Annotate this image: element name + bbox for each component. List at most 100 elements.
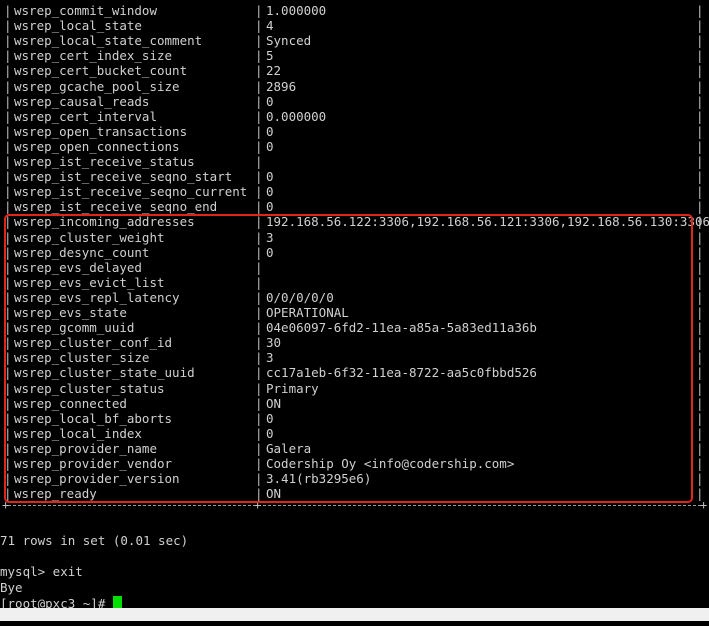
column-separator: | (4, 93, 12, 109)
variable-value: 0 (266, 169, 274, 185)
variable-value: 0.000000 (266, 108, 327, 124)
column-separator: | (4, 63, 12, 79)
column-separator: | (696, 425, 704, 441)
column-separator: | (696, 365, 704, 381)
column-separator: | (696, 456, 704, 471)
column-separator: | (255, 63, 263, 79)
column-separator: | (696, 18, 704, 34)
bye-line: Bye (0, 565, 709, 595)
column-separator: | (696, 335, 704, 351)
column-separator: | (696, 93, 704, 109)
variable-name: wsrep_cert_index_size (14, 48, 173, 64)
column-separator: | (4, 123, 12, 139)
column-separator: | (255, 138, 263, 154)
column-separator: | (696, 33, 704, 49)
prompt-line[interactable]: [root@pxc3 ~]# (0, 581, 709, 611)
table-row: | wsrep_ist_receive_status | | (0, 154, 709, 169)
result-summary-line: 71 rows in set (0.01 sec) (0, 518, 709, 548)
column-separator: | (696, 259, 704, 275)
variable-value: 4 (266, 18, 274, 34)
table-row: | wsrep_local_state_comment | Synced | (0, 33, 709, 48)
column-separator: | (255, 169, 263, 185)
column-separator: | (696, 305, 704, 320)
column-separator: | (696, 350, 704, 366)
table-row: | wsrep_open_connections | 0 | (0, 139, 709, 154)
variable-value: 1.000000 (266, 3, 327, 18)
column-separator: | (696, 169, 704, 185)
table-row: | wsrep_cert_index_size | 5 | (0, 48, 709, 63)
column-separator: | (4, 48, 12, 64)
column-separator: | (696, 123, 704, 139)
terminal-window[interactable]: | wsrep_commit_window | 1.000000 | | wsrep_loc… (0, 0, 709, 611)
table-row: | wsrep_ist_receive_seqno_end | 0 | (0, 199, 709, 214)
variable-name: wsrep_local_state_comment (14, 33, 203, 49)
variable-name: wsrep_commit_window (14, 3, 157, 18)
table-row: | wsrep_local_state | 4 | (0, 18, 709, 33)
variable-name: wsrep_ist_receive_seqno_start (14, 169, 233, 185)
column-separator: | (696, 274, 704, 290)
variable-value: 2896 (266, 78, 297, 94)
column-separator: | (4, 78, 12, 94)
column-separator: | (696, 108, 704, 124)
column-separator: | (696, 244, 704, 260)
column-separator: | (255, 18, 263, 34)
column-separator: | (255, 123, 263, 139)
variable-name: wsrep_ist_receive_seqno_current (14, 184, 248, 200)
highlight-box (4, 214, 693, 503)
variable-value: Synced (266, 33, 312, 49)
table-row: | wsrep_ist_receive_seqno_current | 0 | (0, 184, 709, 199)
table-corner-right: + (700, 498, 708, 512)
column-separator: | (255, 199, 263, 215)
column-separator: | (696, 63, 704, 79)
variable-name: wsrep_gcache_pool_size (14, 78, 180, 94)
column-separator: | (696, 78, 704, 94)
variable-value: 22 (266, 63, 282, 79)
column-separator: | (696, 471, 704, 487)
column-separator: | (696, 320, 704, 336)
column-separator: | (255, 108, 263, 124)
column-separator: | (4, 3, 12, 18)
column-separator: | (4, 138, 12, 154)
column-separator: | (696, 48, 704, 64)
column-separator: | (255, 154, 263, 169)
column-separator: | (696, 214, 704, 230)
variable-name: wsrep_cert_bucket_count (14, 63, 188, 79)
table-row: | wsrep_causal_reads | 0 | (0, 94, 709, 109)
variable-name: wsrep_ist_receive_status (14, 154, 195, 169)
column-separator: | (4, 108, 12, 124)
window-footer (0, 608, 709, 621)
table-row: | wsrep_ist_receive_seqno_start | 0 | (0, 169, 709, 184)
variable-name: wsrep_ist_receive_seqno_end (14, 199, 218, 215)
variable-name: wsrep_cert_interval (14, 108, 157, 124)
column-separator: | (696, 184, 704, 200)
variable-value: 0 (266, 199, 274, 215)
column-separator: | (696, 380, 704, 396)
column-separator: | (255, 78, 263, 94)
column-separator: | (4, 184, 12, 200)
table-row: | wsrep_open_transactions | 0 | (0, 124, 709, 139)
command-line: mysql> exit (0, 549, 709, 579)
result-summary: 71 rows in set (0.01 sec) (0, 533, 189, 548)
variable-name: wsrep_causal_reads (14, 93, 150, 109)
variable-value: 0 (266, 123, 274, 139)
variable-value: 0 (266, 138, 274, 154)
column-separator: | (696, 199, 704, 215)
column-separator: | (4, 199, 12, 215)
variable-value: 0 (266, 184, 274, 200)
column-separator: | (4, 18, 12, 34)
column-separator: | (696, 395, 704, 411)
column-separator: | (4, 169, 12, 185)
column-separator: | (696, 154, 704, 169)
column-separator: | (4, 154, 12, 169)
column-separator: | (696, 229, 704, 245)
column-separator: | (696, 289, 704, 305)
variable-name: wsrep_open_connections (14, 138, 180, 154)
column-separator: | (255, 93, 263, 109)
column-separator: | (255, 3, 263, 18)
column-separator: | (696, 3, 704, 18)
table-row: | wsrep_cert_interval | 0.000000 | (0, 109, 709, 124)
column-separator: | (696, 410, 704, 426)
variable-name: wsrep_local_state (14, 18, 142, 34)
table-row: | wsrep_commit_window | 1.000000 | (0, 3, 709, 18)
variable-name: wsrep_open_transactions (14, 123, 188, 139)
